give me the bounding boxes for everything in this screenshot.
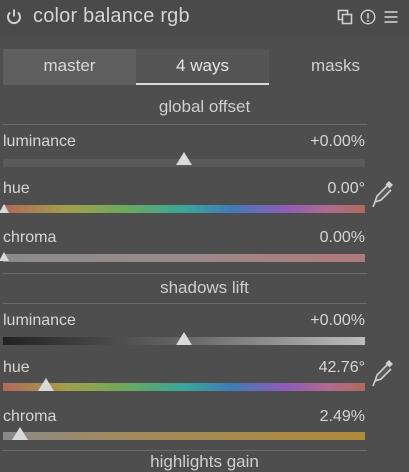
section-global-offset: global offset bbox=[0, 97, 409, 125]
divider bbox=[3, 450, 367, 451]
slider-value: +0.00% bbox=[310, 133, 365, 150]
global-chroma-slider[interactable]: chroma 0.00% bbox=[0, 229, 365, 269]
module-title: color balance rgb bbox=[33, 5, 190, 27]
divider bbox=[3, 273, 367, 274]
global-hue-slider[interactable]: hue 0.00° bbox=[0, 180, 365, 220]
slider-marker[interactable] bbox=[0, 204, 9, 213]
hue-gradient-track[interactable] bbox=[3, 205, 365, 213]
slider-label: luminance bbox=[3, 312, 76, 329]
tab-masks[interactable]: masks bbox=[269, 49, 402, 85]
menu-icon[interactable] bbox=[383, 9, 399, 25]
slider-marker[interactable] bbox=[176, 152, 192, 165]
slider-marker[interactable] bbox=[12, 427, 28, 440]
slider-label: chroma bbox=[3, 408, 57, 425]
slider-value: 0.00% bbox=[319, 229, 365, 246]
shadows-chroma-slider[interactable]: chroma 2.49% bbox=[3, 408, 365, 448]
reset-icon[interactable] bbox=[360, 9, 376, 25]
global-luminance-slider[interactable]: luminance +0.00% bbox=[3, 133, 365, 173]
tab-master[interactable]: master bbox=[3, 49, 136, 85]
presets-icon[interactable] bbox=[337, 9, 353, 25]
shadows-hue-slider[interactable]: hue 42.76° bbox=[3, 359, 365, 399]
section-title: global offset bbox=[158, 97, 251, 116]
power-icon[interactable] bbox=[5, 8, 23, 26]
slider-value: 0.00° bbox=[327, 180, 365, 197]
divider bbox=[3, 124, 367, 125]
color-picker-icon[interactable] bbox=[370, 357, 396, 391]
section-title: shadows lift bbox=[160, 278, 249, 297]
slider-marker[interactable] bbox=[38, 378, 54, 391]
hue-gradient-track[interactable] bbox=[3, 383, 365, 391]
slider-label: hue bbox=[3, 180, 30, 197]
tab-4-ways[interactable]: 4 ways bbox=[136, 49, 269, 85]
slider-label: hue bbox=[3, 359, 30, 376]
tab-bar: master 4 ways masks bbox=[3, 49, 402, 85]
chroma-gradient-track[interactable] bbox=[3, 432, 365, 440]
slider-value: 2.49% bbox=[319, 408, 365, 425]
slider-label: luminance bbox=[3, 133, 76, 150]
slider-marker[interactable] bbox=[176, 332, 192, 345]
slider-value: +0.00% bbox=[310, 312, 365, 329]
section-highlights-gain: highlights gain bbox=[0, 450, 409, 472]
chroma-gradient-track[interactable] bbox=[3, 254, 365, 262]
slider-value: 42.76° bbox=[318, 359, 365, 376]
slider-label: chroma bbox=[3, 229, 57, 246]
divider bbox=[3, 303, 367, 304]
module-header: color balance rgb bbox=[0, 0, 409, 38]
color-picker-icon[interactable] bbox=[370, 178, 396, 212]
shadows-luminance-slider[interactable]: luminance +0.00% bbox=[3, 312, 365, 352]
section-shadows-lift: shadows lift bbox=[0, 273, 409, 304]
slider-marker[interactable] bbox=[0, 252, 9, 261]
